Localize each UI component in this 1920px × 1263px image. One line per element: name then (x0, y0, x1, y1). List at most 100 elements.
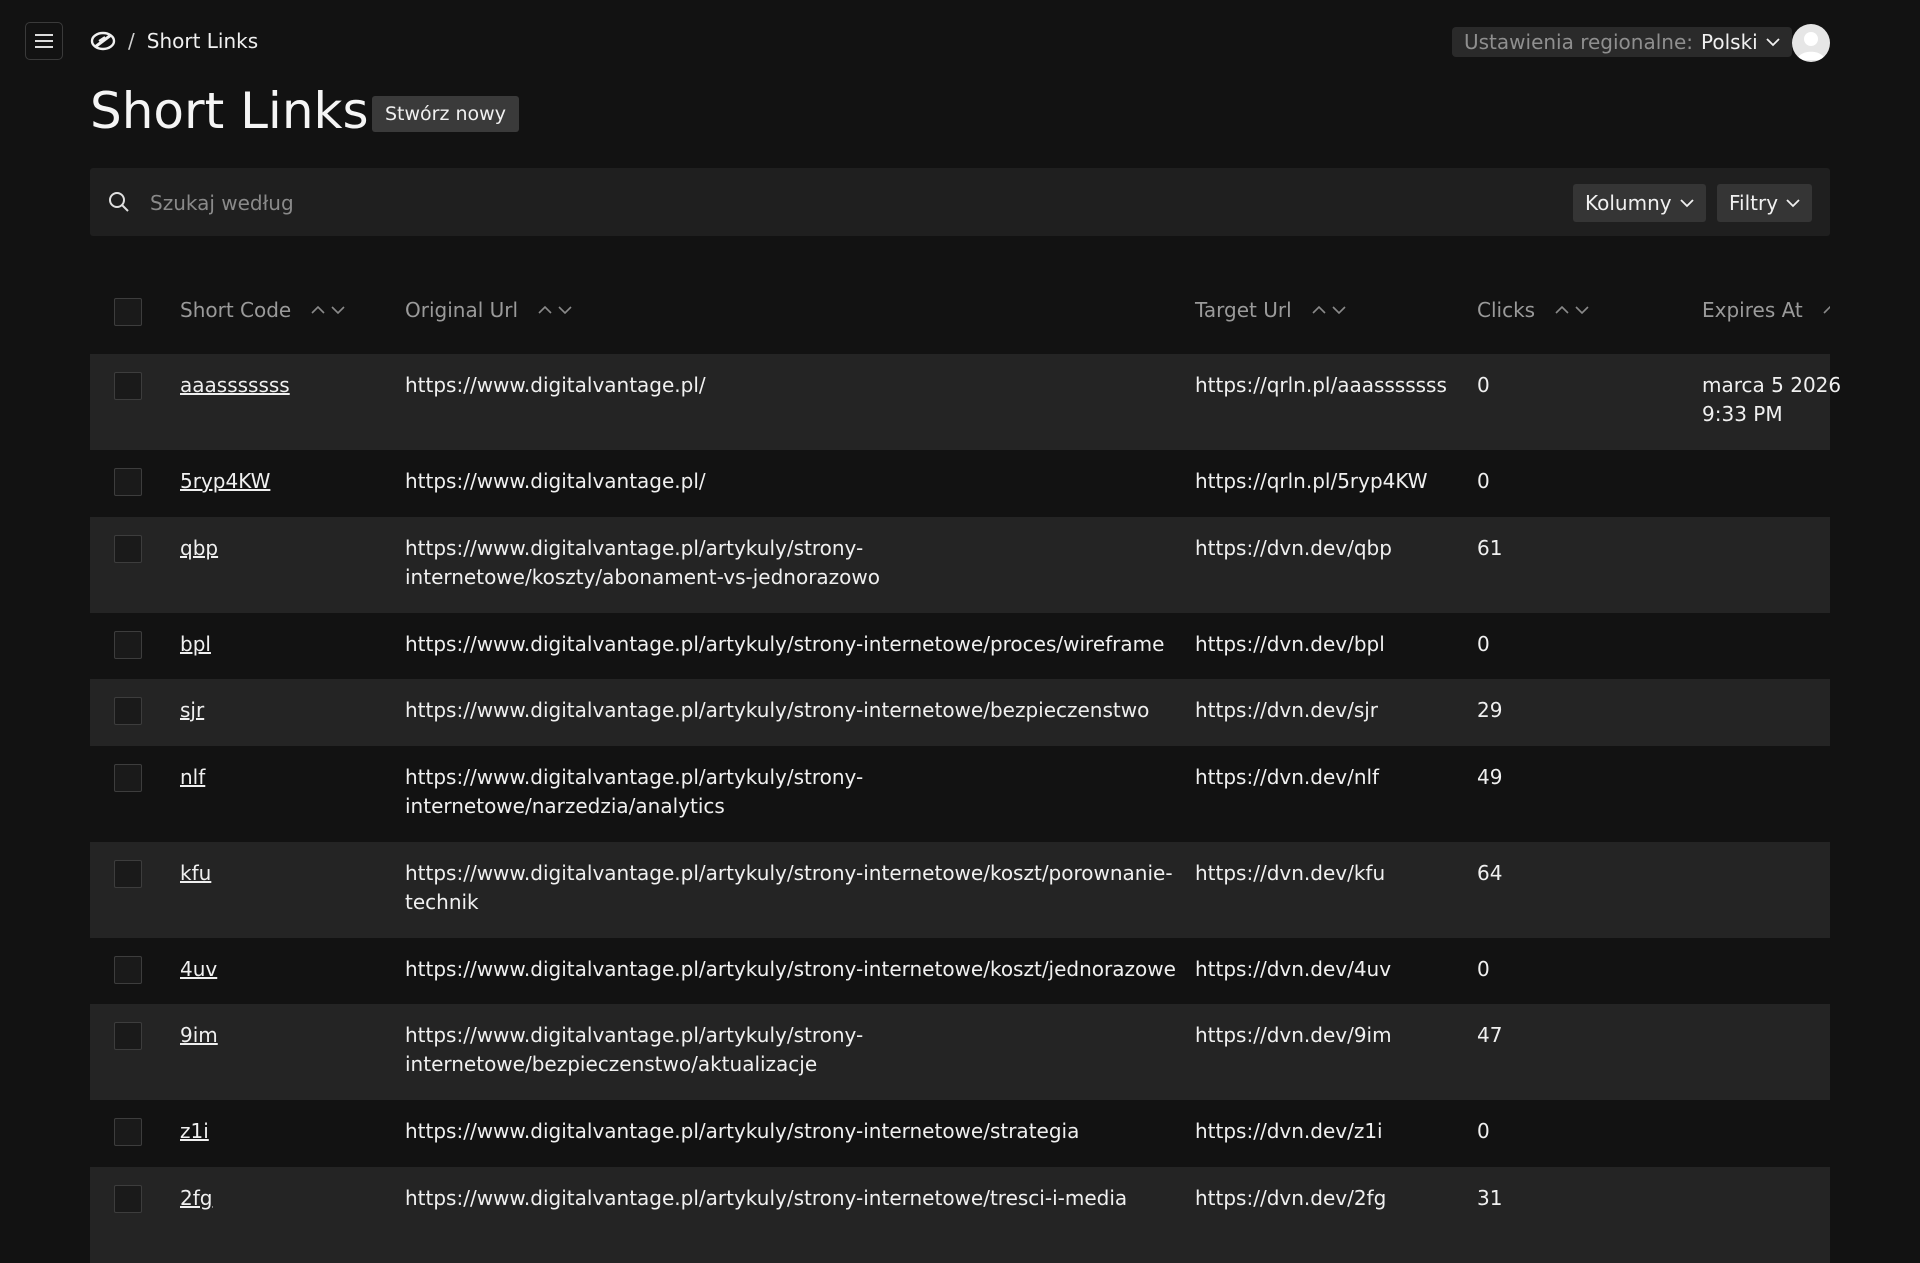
breadcrumb: / Short Links (90, 26, 258, 56)
sort-icon[interactable] (1555, 306, 1595, 314)
target-url: https://dvn.dev/4uv (1195, 957, 1392, 981)
locale-label: Ustawienia regionalne: (1464, 30, 1694, 54)
logo-icon[interactable] (90, 30, 116, 52)
row-checkbox[interactable] (114, 764, 142, 792)
user-icon (1797, 32, 1825, 60)
columns-button[interactable]: Kolumny (1573, 184, 1706, 222)
short-code-link[interactable]: qbp (180, 534, 218, 563)
row-checkbox[interactable] (114, 1185, 142, 1213)
target-url: https://dvn.dev/sjr (1195, 698, 1379, 722)
sort-icon[interactable] (538, 306, 578, 314)
column-header-clicks[interactable]: Clicks (1477, 298, 1595, 322)
table-row[interactable]: qbp https://www.digitalvantage.pl/artyku… (90, 517, 1830, 613)
expires-at: marca 5 2026 9:33 PM (1702, 373, 1842, 426)
target-url: https://qrln.pl/aaasssssss (1195, 373, 1447, 397)
short-code-link[interactable]: kfu (180, 859, 211, 888)
column-header-original-url[interactable]: Original Url (405, 298, 578, 322)
original-url: https://www.digitalvantage.pl/artykuly/s… (405, 698, 1150, 722)
original-url: https://www.digitalvantage.pl/artykuly/s… (405, 1023, 864, 1076)
clicks-count: 49 (1477, 765, 1503, 789)
sort-icon[interactable] (1312, 306, 1352, 314)
clicks-count: 47 (1477, 1023, 1503, 1047)
sort-icon[interactable] (311, 306, 351, 314)
row-checkbox[interactable] (114, 697, 142, 725)
column-header-expires-at[interactable]: Expires At (1702, 298, 1830, 322)
avatar[interactable] (1792, 24, 1830, 62)
clicks-count: 64 (1477, 861, 1503, 885)
search-icon (109, 192, 129, 212)
original-url: https://www.digitalvantage.pl/artykuly/s… (405, 632, 1165, 656)
clicks-count: 0 (1477, 632, 1490, 656)
breadcrumb-separator: / (128, 29, 135, 53)
clicks-count: 0 (1477, 469, 1490, 493)
short-code-link[interactable]: sjr (180, 696, 204, 725)
short-code-link[interactable]: 9im (180, 1021, 218, 1050)
table-row[interactable]: 2fg https://www.digitalvantage.pl/artyku… (90, 1167, 1830, 1263)
original-url: https://www.digitalvantage.pl/artykuly/s… (405, 536, 880, 589)
target-url: https://qrln.pl/5ryp4KW (1195, 469, 1428, 493)
target-url: https://dvn.dev/z1i (1195, 1119, 1383, 1143)
clicks-count: 0 (1477, 373, 1490, 397)
original-url: https://www.digitalvantage.pl/artykuly/s… (405, 861, 1173, 914)
table-row[interactable]: z1i https://www.digitalvantage.pl/artyku… (90, 1100, 1830, 1167)
row-checkbox[interactable] (114, 631, 142, 659)
clicks-count: 0 (1477, 957, 1490, 981)
clicks-count: 31 (1477, 1186, 1503, 1210)
clicks-count: 29 (1477, 698, 1503, 722)
short-code-link[interactable]: z1i (180, 1117, 209, 1146)
original-url: https://www.digitalvantage.pl/artykuly/s… (405, 765, 864, 818)
filters-label: Filtry (1729, 191, 1779, 215)
table-row[interactable]: 5ryp4KW https://www.digitalvantage.pl/ h… (90, 450, 1830, 517)
table-toolbar: Kolumny Filtry (90, 168, 1830, 236)
short-code-link[interactable]: bpl (180, 630, 211, 659)
row-checkbox[interactable] (114, 1022, 142, 1050)
row-checkbox[interactable] (114, 535, 142, 563)
hamburger-icon (35, 34, 53, 48)
breadcrumb-current: Short Links (146, 29, 259, 53)
clicks-count: 61 (1477, 536, 1503, 560)
table-row[interactable]: kfu https://www.digitalvantage.pl/artyku… (90, 842, 1830, 938)
chevron-down-icon (1766, 37, 1780, 46)
short-code-link[interactable]: 2fg (180, 1184, 212, 1213)
column-header-target-url[interactable]: Target Url (1195, 298, 1352, 322)
original-url: https://www.digitalvantage.pl/artykuly/s… (405, 1119, 1080, 1143)
columns-label: Kolumny (1585, 191, 1672, 215)
target-url: https://dvn.dev/qbp (1195, 536, 1392, 560)
original-url: https://www.digitalvantage.pl/artykuly/s… (405, 1186, 1128, 1210)
target-url: https://dvn.dev/9im (1195, 1023, 1392, 1047)
short-code-link[interactable]: aaasssssss (180, 371, 290, 400)
target-url: https://dvn.dev/nlf (1195, 765, 1380, 789)
row-checkbox[interactable] (114, 860, 142, 888)
filters-button[interactable]: Filtry (1717, 184, 1813, 222)
short-code-link[interactable]: 4uv (180, 955, 217, 984)
row-checkbox[interactable] (114, 956, 142, 984)
original-url: https://www.digitalvantage.pl/artykuly/s… (405, 957, 1176, 981)
table-row[interactable]: 9im https://www.digitalvantage.pl/artyku… (90, 1004, 1830, 1100)
original-url: https://www.digitalvantage.pl/ (405, 373, 706, 397)
search-input[interactable] (148, 182, 1152, 224)
page-title: Short Links (90, 82, 369, 140)
row-checkbox[interactable] (114, 468, 142, 496)
short-code-link[interactable]: nlf (180, 763, 205, 792)
table-row[interactable]: nlf https://www.digitalvantage.pl/artyku… (90, 746, 1830, 842)
table-row[interactable]: aaasssssss https://www.digitalvantage.pl… (90, 354, 1841, 450)
target-url: https://dvn.dev/kfu (1195, 861, 1386, 885)
menu-button[interactable] (25, 22, 63, 60)
original-url: https://www.digitalvantage.pl/ (405, 469, 706, 493)
chevron-down-icon (1679, 198, 1694, 207)
target-url: https://dvn.dev/2fg (1195, 1186, 1387, 1210)
sort-icon[interactable] (1823, 306, 1830, 314)
locale-select[interactable]: Ustawienia regionalne: Polski (1452, 27, 1792, 57)
table-header: Short Code Original Url Target Url Click… (90, 280, 1830, 354)
short-code-link[interactable]: 5ryp4KW (180, 467, 270, 496)
create-new-button[interactable]: Stwórz nowy (372, 96, 519, 132)
column-header-short-code[interactable]: Short Code (180, 298, 351, 322)
table-row[interactable]: sjr https://www.digitalvantage.pl/artyku… (90, 679, 1830, 746)
select-all-checkbox[interactable] (114, 298, 142, 326)
row-checkbox[interactable] (114, 1118, 142, 1146)
target-url: https://dvn.dev/bpl (1195, 632, 1385, 656)
row-checkbox[interactable] (114, 372, 142, 400)
table-row[interactable]: 4uv https://www.digitalvantage.pl/artyku… (90, 938, 1830, 1004)
table-row[interactable]: bpl https://www.digitalvantage.pl/artyku… (90, 613, 1830, 679)
chevron-down-icon (1786, 198, 1800, 207)
